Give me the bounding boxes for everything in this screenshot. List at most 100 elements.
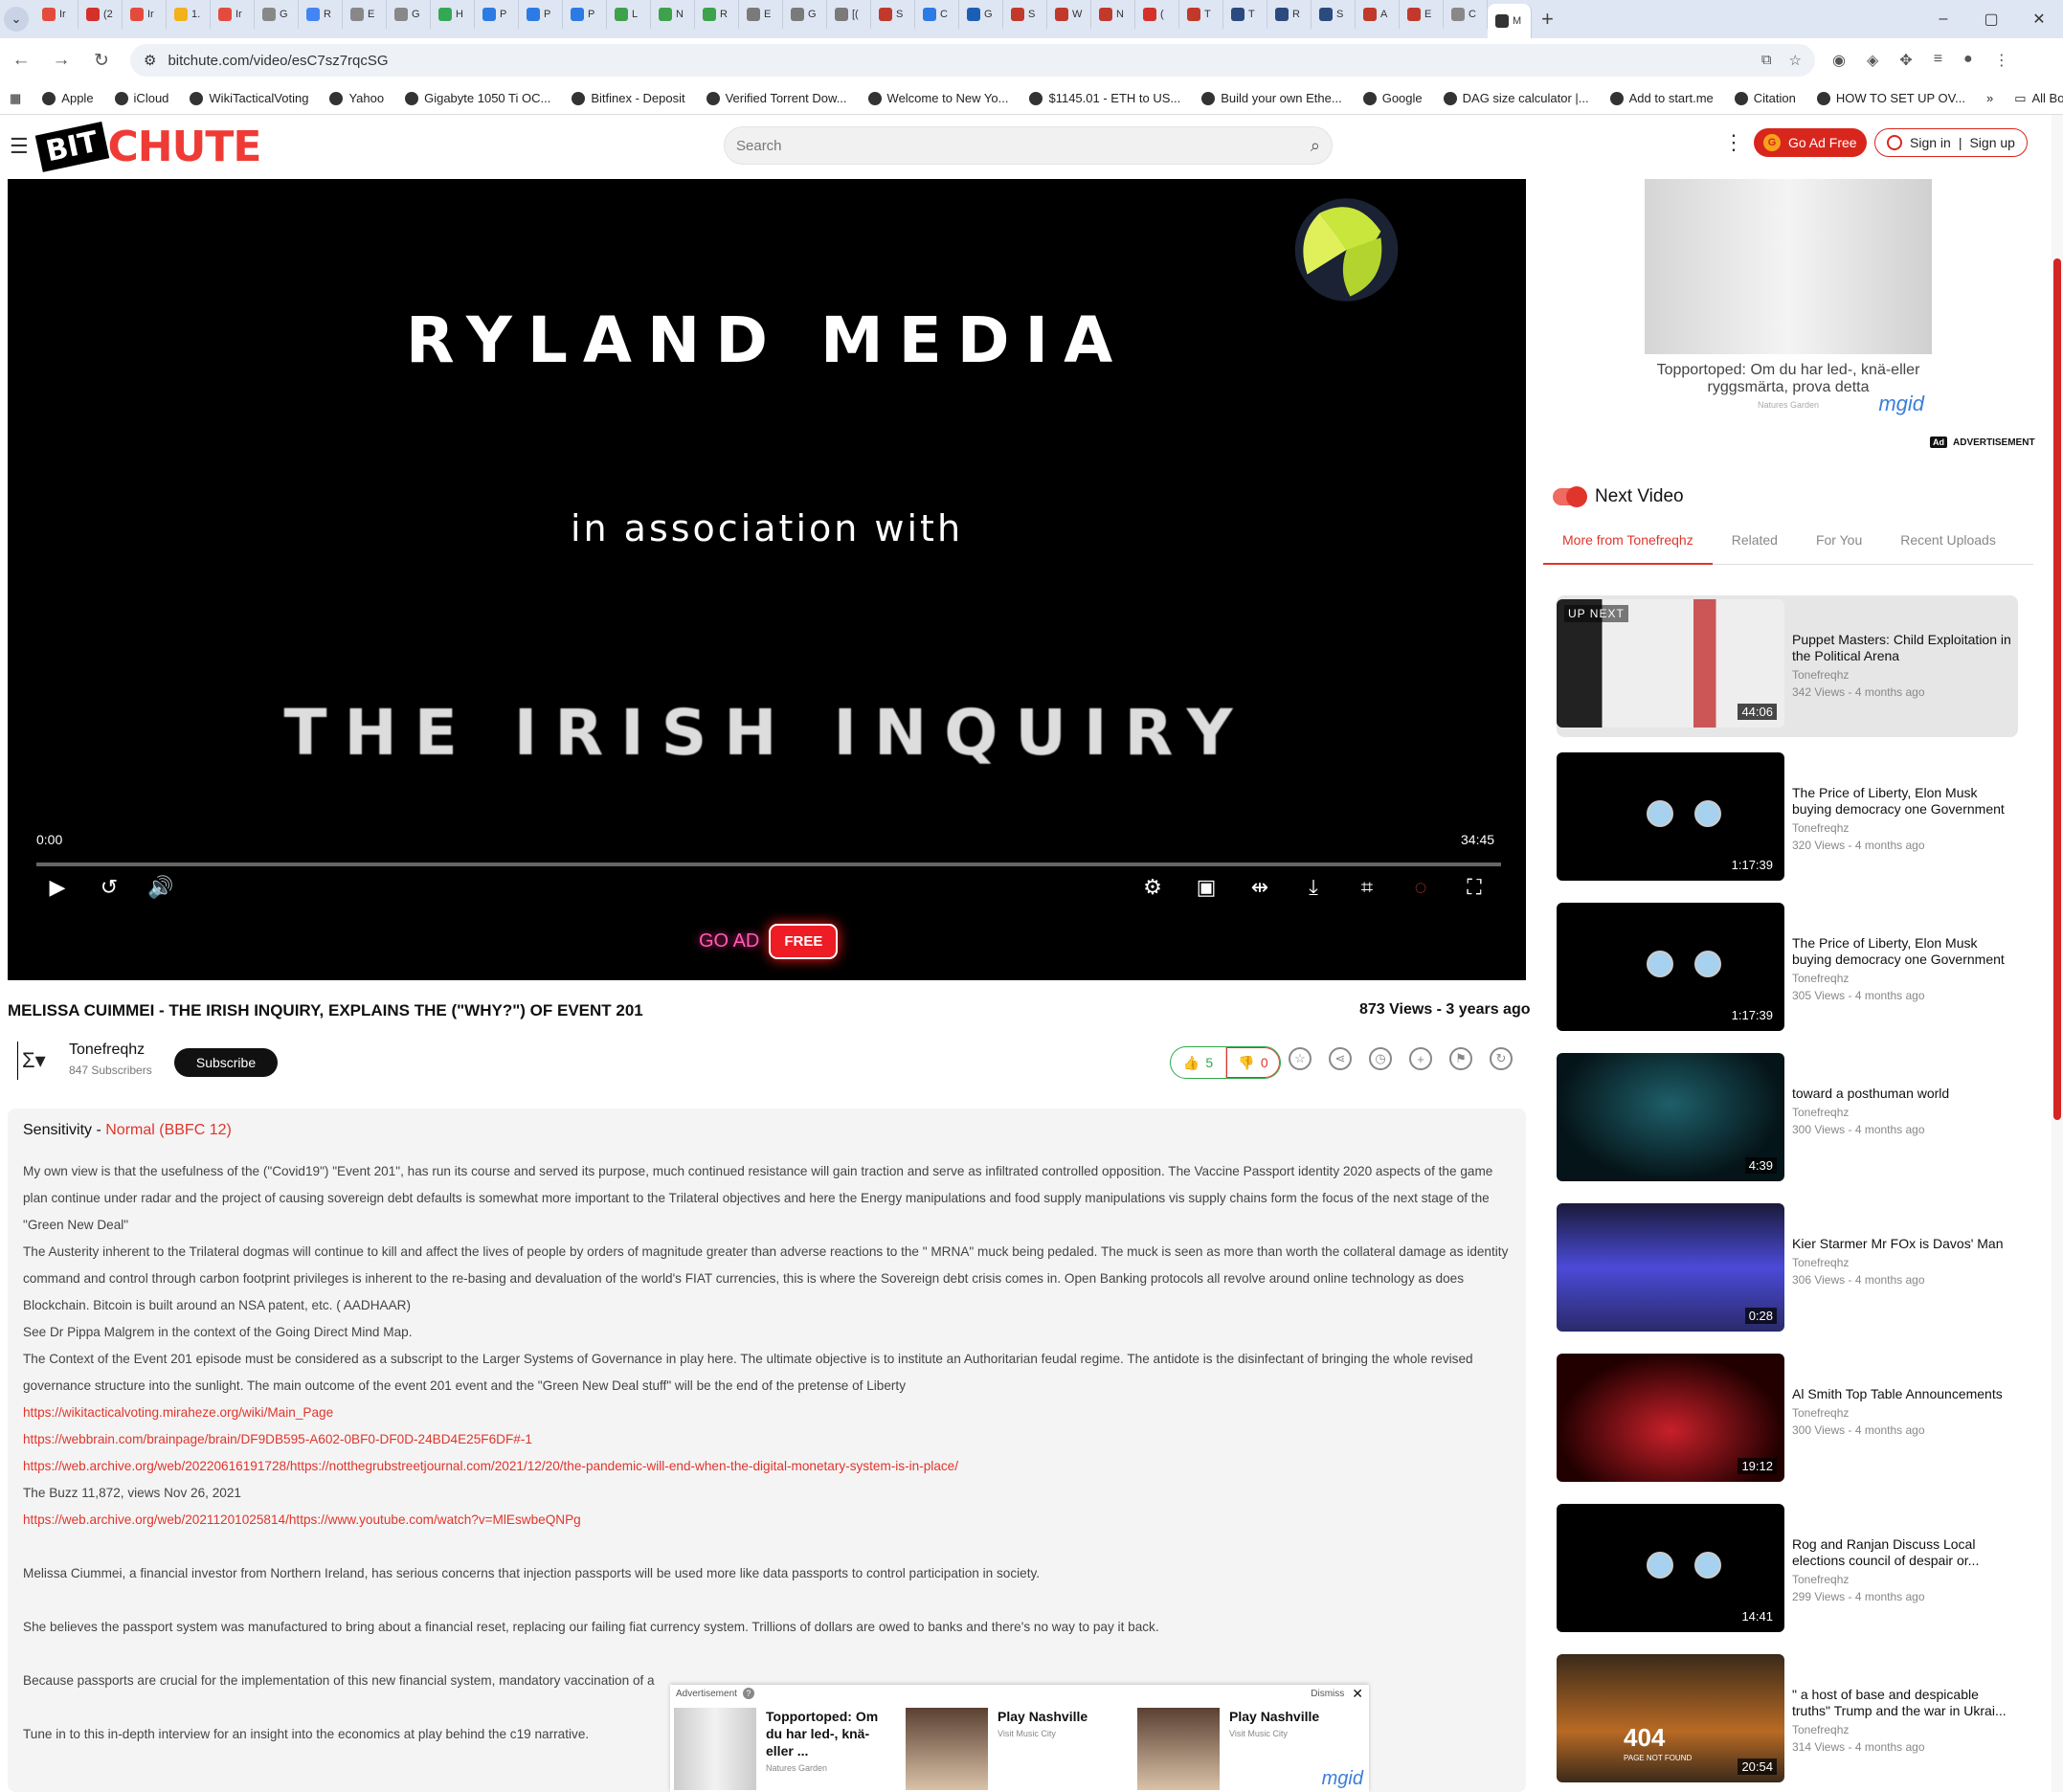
- minimize-icon[interactable]: –: [1919, 0, 1967, 38]
- bookmark-item[interactable]: iCloud: [114, 91, 168, 105]
- add-playlist-icon[interactable]: +: [1409, 1047, 1432, 1070]
- all-bookmarks[interactable]: ▭ All Bookmarks: [2014, 91, 2063, 106]
- sidebar-video-item[interactable]: 1:17:39 The Price of Liberty, Elon Musk b…: [1557, 903, 2018, 1031]
- browser-tab[interactable]: E: [739, 0, 783, 29]
- browser-tab[interactable]: G: [255, 0, 299, 29]
- tab-for-you[interactable]: For You: [1797, 525, 1881, 565]
- browser-tab[interactable]: W: [1047, 0, 1091, 29]
- sidebar-video-item[interactable]: 1:17:39 The Price of Liberty, Elon Musk b…: [1557, 752, 2018, 881]
- bookmark-item[interactable]: Bitfinex - Deposit: [572, 91, 685, 105]
- bookmark-item[interactable]: HOW TO SET UP OV...: [1816, 91, 1965, 105]
- rewind-10-icon[interactable]: ↺: [96, 874, 123, 901]
- ad-card[interactable]: Play Nashville Visit Music City: [906, 1708, 1126, 1790]
- share-icon[interactable]: ⋖: [1329, 1047, 1352, 1070]
- sidebar-video-item[interactable]: 404 PAGE NOT FOUND 20:54 " a host of base a…: [1557, 1654, 2018, 1782]
- page-scrollbar[interactable]: [2052, 115, 2063, 1792]
- video-thumbnail[interactable]: UP NEXT 44:06: [1557, 599, 1784, 728]
- tab-recent-uploads[interactable]: Recent Uploads: [1881, 525, 2015, 565]
- sign-up-label[interactable]: Sign up: [1969, 135, 2014, 150]
- cast-icon[interactable]: ⌗: [1354, 874, 1380, 901]
- apps-grid-icon[interactable]: ▦: [10, 91, 21, 106]
- video-thumbnail[interactable]: 19:12: [1557, 1354, 1784, 1482]
- browser-tab[interactable]: R: [1267, 0, 1312, 29]
- volume-icon[interactable]: 🔊: [147, 874, 174, 901]
- bookmark-item[interactable]: Add to start.me: [1609, 91, 1714, 105]
- video-channel[interactable]: Tonefreqhz: [1792, 668, 2016, 682]
- browser-tab[interactable]: L: [607, 0, 651, 29]
- sign-in-button[interactable]: Sign in | Sign up: [1874, 128, 2028, 157]
- profile-avatar[interactable]: ●: [1963, 51, 1973, 70]
- repeat-icon[interactable]: ↻: [1490, 1047, 1513, 1070]
- browser-tab[interactable]: (: [1135, 0, 1179, 29]
- browser-tab[interactable]: S: [1003, 0, 1047, 29]
- video-thumbnail[interactable]: 404 PAGE NOT FOUND 20:54: [1557, 1654, 1784, 1782]
- browser-tab[interactable]: R: [695, 0, 739, 29]
- browser-tab[interactable]: C: [1444, 0, 1488, 29]
- bookmark-item[interactable]: Gigabyte 1050 Ti OC...: [405, 91, 550, 105]
- search-input[interactable]: Search ⌕: [724, 126, 1333, 165]
- sidebar-video-item[interactable]: 19:12 Al Smith Top Table Announcements Ton…: [1557, 1354, 2018, 1482]
- video-player[interactable]: RYLAND MEDIA in association with THE IRI…: [8, 179, 1526, 980]
- fullscreen-icon[interactable]: ⛶: [1461, 874, 1488, 901]
- autoplay-toggle[interactable]: [1553, 486, 1587, 507]
- browser-tab[interactable]: A: [1356, 0, 1400, 29]
- flag-icon[interactable]: ⚑: [1449, 1047, 1472, 1070]
- sidebar-ad[interactable]: Topportoped: Om du har led-, knä-eller r…: [1645, 179, 1932, 418]
- bookmark-item[interactable]: WikiTacticalVoting: [190, 91, 308, 105]
- video-channel[interactable]: Tonefreqhz: [1792, 1406, 2016, 1420]
- url-text[interactable]: bitchute.com/video/esC7sz7rqcSG: [168, 53, 388, 69]
- channel-name[interactable]: Tonefreqhz: [69, 1042, 145, 1059]
- back-icon[interactable]: ←: [10, 50, 33, 71]
- browser-tab[interactable]: Ir: [123, 0, 167, 29]
- browser-tab[interactable]: N: [651, 0, 695, 29]
- browser-tab[interactable]: 1.: [167, 0, 211, 29]
- bookmark-item[interactable]: Welcome to New Yo...: [867, 91, 1008, 105]
- download-icon[interactable]: ⤓: [1300, 874, 1327, 901]
- video-title-link[interactable]: Al Smith Top Table Announcements: [1792, 1386, 2016, 1402]
- tab-search-icon[interactable]: ⌄: [4, 7, 29, 32]
- browser-tab[interactable]: G: [387, 0, 431, 29]
- sidebar-video-item[interactable]: 4:39 toward a posthuman world Tonefreqhz 30…: [1557, 1053, 2018, 1181]
- browser-tab[interactable]: Ir: [211, 0, 255, 29]
- reload-icon[interactable]: ↻: [90, 50, 113, 72]
- bookmark-item[interactable]: Google: [1362, 91, 1423, 105]
- go-ad-free-overlay[interactable]: GO AD FREE: [699, 924, 839, 959]
- video-title-link[interactable]: The Price of Liberty, Elon Musk buying d…: [1792, 785, 2016, 818]
- video-title-link[interactable]: Kier Starmer Mr FOx is Davos' Man: [1792, 1236, 2016, 1252]
- video-channel[interactable]: Tonefreqhz: [1792, 1723, 2016, 1736]
- install-app-icon[interactable]: ⧉: [1761, 52, 1772, 69]
- extension-icon[interactable]: ◈: [1867, 51, 1878, 70]
- browser-tab[interactable]: [(: [827, 0, 871, 29]
- bookmark-item[interactable]: Verified Torrent Dow...: [706, 91, 847, 105]
- sidebar-video-item[interactable]: 0:28 Kier Starmer Mr FOx is Davos' Man Ton…: [1557, 1203, 2018, 1332]
- bookmark-item[interactable]: Build your own Ethe...: [1201, 91, 1342, 105]
- tab-related[interactable]: Related: [1713, 525, 1797, 565]
- watch-later-icon[interactable]: ◷: [1369, 1047, 1392, 1070]
- video-channel[interactable]: Tonefreqhz: [1792, 821, 2016, 835]
- search-icon[interactable]: ⌕: [1311, 136, 1320, 156]
- subscribe-button[interactable]: Subscribe: [174, 1048, 278, 1077]
- site-info-icon[interactable]: ⚙: [144, 52, 156, 69]
- bookmark-item[interactable]: Apple: [42, 91, 94, 105]
- mgid-logo[interactable]: mgid: [1878, 392, 1924, 416]
- browser-tab[interactable]: H: [431, 0, 475, 29]
- video-title-link[interactable]: The Price of Liberty, Elon Musk buying d…: [1792, 935, 2016, 968]
- video-title-link[interactable]: Puppet Masters: Child Exploitation in th…: [1792, 632, 2016, 664]
- picture-in-picture-icon[interactable]: ▣: [1193, 874, 1220, 901]
- dislike-button[interactable]: 👎 0: [1226, 1047, 1280, 1078]
- browser-tab[interactable]: R: [299, 0, 343, 29]
- browser-tab[interactable]: P: [563, 0, 607, 29]
- ad-dismiss-label[interactable]: Dismiss: [1311, 1689, 1344, 1699]
- favorite-star-icon[interactable]: ☆: [1289, 1047, 1312, 1070]
- bookmark-item[interactable]: Citation: [1734, 91, 1796, 105]
- video-thumbnail[interactable]: 4:39: [1557, 1053, 1784, 1181]
- ad-info-icon[interactable]: ?: [742, 1688, 754, 1699]
- browser-menu-icon[interactable]: ⋮: [1994, 51, 2009, 70]
- video-thumbnail[interactable]: 14:41: [1557, 1504, 1784, 1632]
- overlay-free-button[interactable]: FREE: [769, 924, 839, 959]
- video-thumbnail[interactable]: 1:17:39: [1557, 752, 1784, 881]
- speed-icon[interactable]: ⇹: [1246, 874, 1273, 901]
- ad-card[interactable]: Topportoped: Om du har led-, knä-eller .…: [674, 1708, 894, 1790]
- description-link[interactable]: https://web.archive.org/web/202112010258…: [23, 1507, 1511, 1534]
- video-title-link[interactable]: Rog and Ranjan Discuss Local elections c…: [1792, 1536, 2016, 1569]
